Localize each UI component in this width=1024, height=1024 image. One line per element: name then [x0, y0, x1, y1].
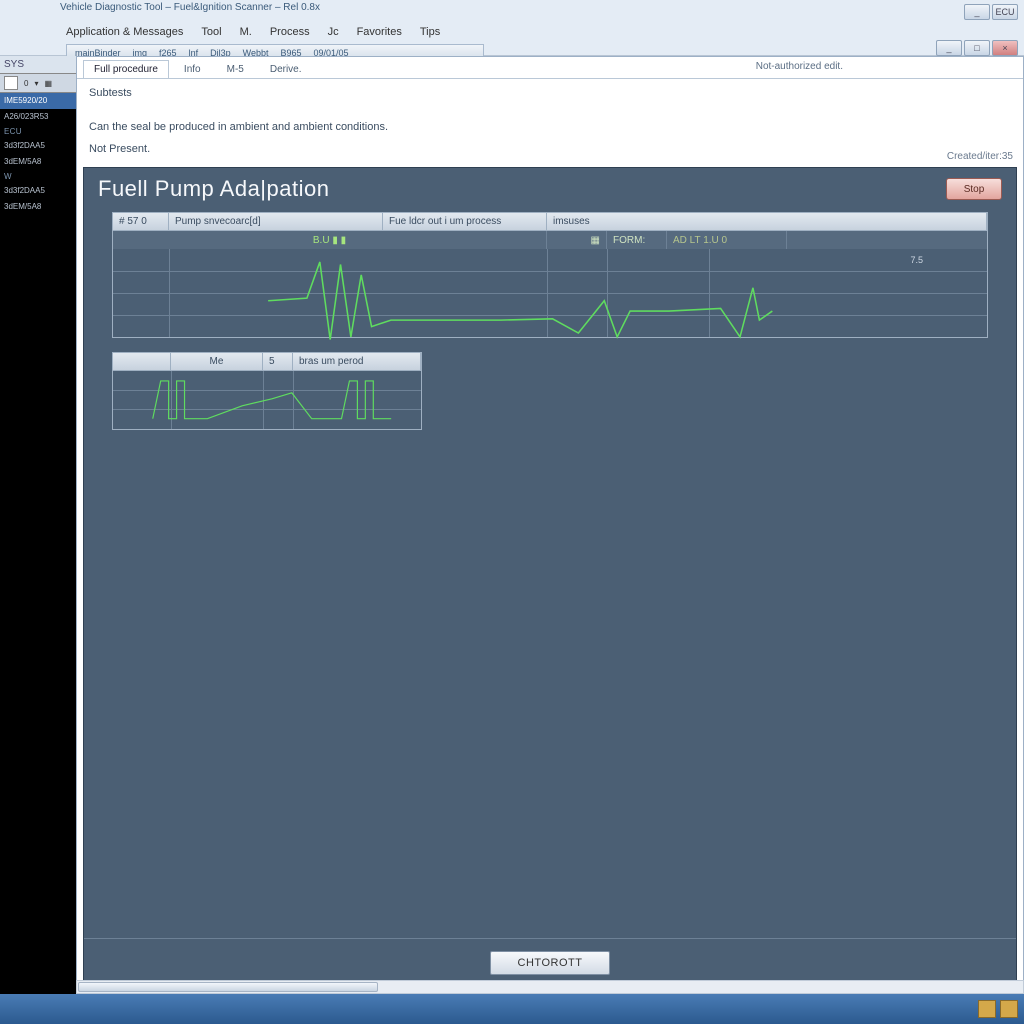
sidebar-header: SYS: [0, 56, 76, 74]
chart-body: 7.5: [113, 249, 987, 337]
minimize-button[interactable]: _: [964, 4, 990, 20]
tabstrip: Full procedure Info M-5 Derive. Not-auth…: [77, 57, 1023, 79]
grid-icon: ▦: [591, 235, 600, 246]
tab-derive[interactable]: Derive.: [259, 60, 313, 78]
main-pane: Full procedure Info M-5 Derive. Not-auth…: [76, 56, 1024, 994]
sidebar-item[interactable]: A26/023R53: [0, 109, 76, 125]
chart-sub-left: B.U ▮ ▮: [113, 231, 547, 249]
adaptation-panel: Fuell Pump Ada|pation Stop # 57 0 Pump s…: [83, 167, 1017, 987]
sidebar-category: W: [0, 170, 76, 183]
report-button[interactable]: CHTOROTT: [490, 951, 610, 975]
menu-tool[interactable]: Tool: [201, 26, 221, 38]
sidebar: SYS 0 ▾ ▦ IME5920/20 A26/023R53 ECU 3d3f…: [0, 56, 76, 994]
chart-trace: [113, 249, 987, 363]
chevron-down-icon[interactable]: ▾: [34, 79, 38, 88]
tray-icon[interactable]: [978, 1000, 996, 1018]
lead-text: Subtests Can the seal be produced in amb…: [77, 79, 1023, 161]
sidebar-item-selected[interactable]: IME5920/20: [0, 93, 76, 109]
sidebar-ctl-square-icon[interactable]: [4, 76, 18, 90]
created-meta: Created/iter:35: [947, 151, 1013, 162]
chart-secondary: Me 5 bras um perod: [112, 352, 422, 430]
sidebar-controls: 0 ▾ ▦: [0, 74, 76, 93]
sec-minimize-button[interactable]: _: [936, 40, 962, 56]
stop-button[interactable]: Stop: [946, 178, 1002, 200]
sidebar-ctl-zero[interactable]: 0: [24, 79, 28, 88]
menu-favorites[interactable]: Favorites: [357, 26, 402, 38]
panel-footer: CHTOROTT: [84, 938, 1016, 986]
panel-title: Fuell Pump Ada|pation: [98, 176, 329, 202]
window-chrome: Vehicle Diagnostic Tool – Fuel&Ignition …: [0, 0, 1024, 56]
chart-sub-right: AD LT 1.U 0: [667, 231, 787, 249]
lead-line2: Not Present.: [89, 143, 1011, 155]
sidebar-item[interactable]: 3dEM/5A8: [0, 154, 76, 170]
chart-hdr-cell: # 57 0: [113, 213, 169, 230]
taskbar: [0, 994, 1024, 1024]
chart-sub-mid-icon: ▦: [547, 231, 607, 249]
lead-line1: Can the seal be produced in ambient and …: [89, 121, 1011, 133]
chart-hdr-cell: Pump snvecoarc[d]: [169, 213, 383, 230]
sidebar-item[interactable]: 3d3f2DAA5: [0, 138, 76, 154]
tab-m5[interactable]: M-5: [216, 60, 255, 78]
chart-trace: [113, 371, 421, 429]
chart-hdr-cell: imsuses: [547, 213, 987, 230]
maximize-button[interactable]: ECU: [992, 4, 1018, 20]
menu-jc[interactable]: Jc: [328, 26, 339, 38]
grid-icon[interactable]: ▦: [44, 79, 52, 88]
chart-main: # 57 0 Pump snvecoarc[d] Fue ldcr out i …: [112, 212, 988, 338]
sidebar-category: ECU: [0, 125, 76, 138]
chart-sub-mid: FORM:: [607, 231, 667, 249]
sec-close-button[interactable]: ×: [992, 40, 1018, 56]
tab-info[interactable]: Info: [173, 60, 212, 78]
menu-m[interactable]: M.: [240, 26, 252, 38]
sidebar-item[interactable]: 3dEM/5A8: [0, 199, 76, 215]
window-title: Vehicle Diagnostic Tool – Fuel&Ignition …: [60, 2, 320, 13]
menu-tips[interactable]: Tips: [420, 26, 440, 38]
tab-full-procedure[interactable]: Full procedure: [83, 60, 169, 78]
subtitle: Subtests: [89, 87, 1011, 99]
horizontal-scrollbar[interactable]: [76, 980, 1024, 994]
chart-hdr-cell: Fue ldcr out i um process: [383, 213, 547, 230]
scrollbar-thumb[interactable]: [78, 982, 378, 992]
tray-icon[interactable]: [1000, 1000, 1018, 1018]
menubar: Application & Messages Tool M. Process J…: [66, 26, 440, 38]
sec-maximize-button[interactable]: □: [964, 40, 990, 56]
menu-process[interactable]: Process: [270, 26, 310, 38]
chart-body: [113, 371, 421, 429]
sidebar-item[interactable]: 3d3f2DAA5: [0, 183, 76, 199]
auth-note: Not-authorized edit.: [756, 61, 843, 72]
menu-application[interactable]: Application & Messages: [66, 26, 183, 38]
